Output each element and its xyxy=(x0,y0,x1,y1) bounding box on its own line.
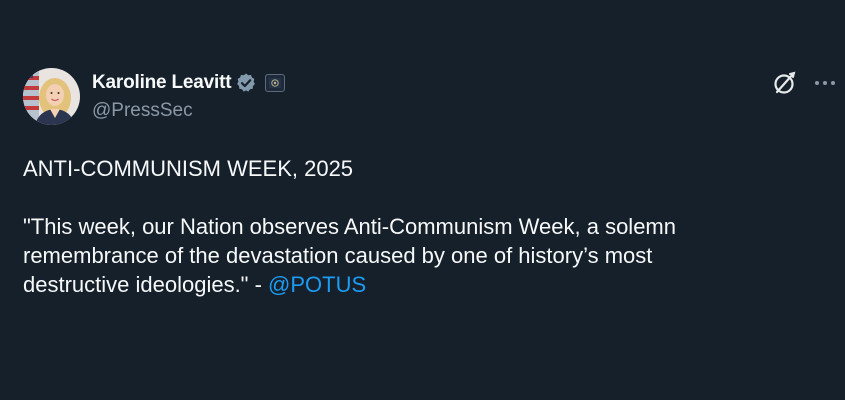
verified-badge-icon[interactable] xyxy=(235,72,257,94)
affiliate-badge-icon[interactable] xyxy=(265,74,286,92)
avatar-image xyxy=(23,68,80,125)
tweet-headline: ANTI-COMMUNISM WEEK, 2025 xyxy=(23,156,354,181)
more-options-icon[interactable] xyxy=(811,70,839,96)
grok-icon[interactable] xyxy=(772,70,798,96)
quote-line-2: remembrance of the devastation caused by… xyxy=(23,243,653,268)
user-handle[interactable]: @PressSec xyxy=(92,100,193,122)
display-name[interactable]: Karoline Leavitt xyxy=(92,72,232,94)
mention-link[interactable]: @POTUS xyxy=(268,272,366,297)
tweet-text: ANTI-COMMUNISM WEEK, 2025 "This week, ou… xyxy=(23,154,823,299)
quote-line-1: "This week, our Nation observes Anti-Com… xyxy=(23,214,676,239)
user-name-row: Karoline Leavitt xyxy=(92,70,286,96)
tweet-quote: "This week, our Nation observes Anti-Com… xyxy=(23,212,823,299)
tweet-card: Karoline Leavitt @PressSec ANTI-COMMUNIS… xyxy=(0,0,845,400)
quote-line-3: destructive ideologies." - xyxy=(23,272,269,297)
profile-avatar[interactable] xyxy=(23,68,80,125)
